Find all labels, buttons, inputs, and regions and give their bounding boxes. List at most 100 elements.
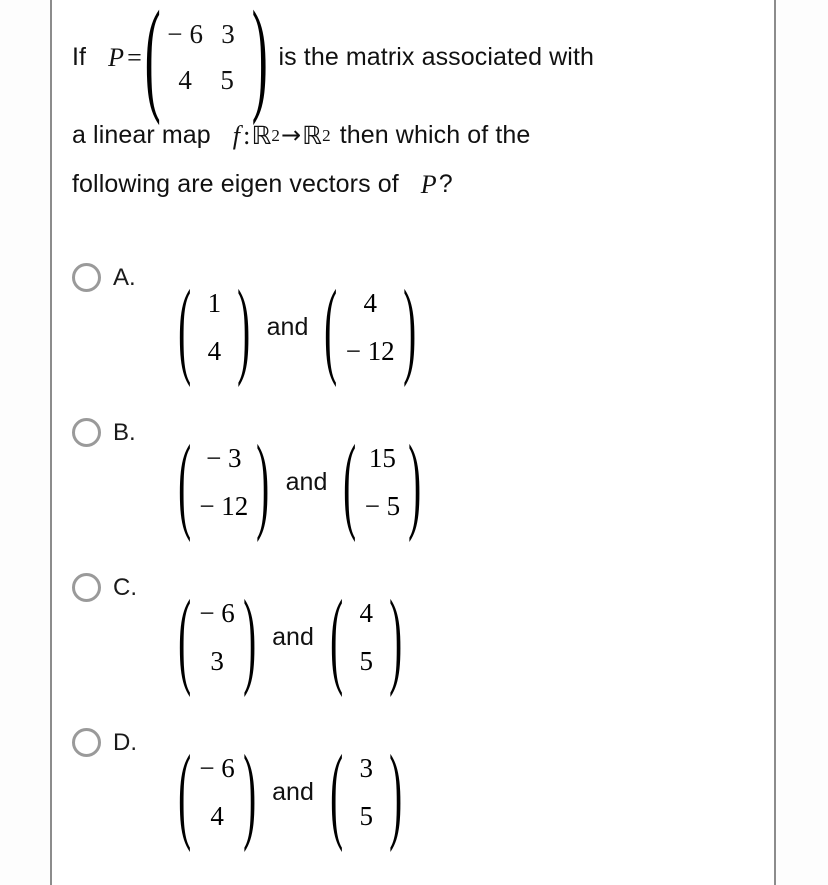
option-b-vector-2: ( 15 − 5 ) (341, 422, 423, 542)
vector-components: − 6 3 (199, 589, 234, 685)
stem-line-1: If P = ( − 6 3 4 5) is the matrix assoc… (72, 0, 762, 121)
vector-component: 3 (210, 646, 224, 676)
option-a-head[interactable]: A. (72, 263, 136, 292)
right-arrow-icon: → (280, 121, 302, 149)
map-colon: : (243, 121, 251, 150)
vector-component: 5 (359, 801, 373, 831)
matrix-cell: 3 (221, 19, 235, 49)
matrix-cell: 5 (220, 65, 234, 95)
matrix-row: 4 5 (167, 58, 245, 104)
vector-component: 4 (207, 336, 222, 366)
vector-right-paren: ) (242, 577, 256, 697)
vector-components: 3 5 (351, 744, 381, 840)
option-d-body: ( − 6 4 ) and ( 3 5) (176, 718, 405, 866)
vector-component: 4 (363, 288, 377, 318)
vector-components: − 3 − 12 (199, 434, 248, 530)
vector-left-paren: ( (324, 267, 338, 387)
vector-right-paren: ) (402, 267, 416, 387)
option-b-conjunction: and (285, 467, 328, 496)
option-b-vector-1: ( − 3 − 12 ) (176, 422, 272, 542)
vector-right-paren: ) (256, 422, 270, 542)
stem-prefix: If (72, 43, 87, 71)
vector-component: 5 (359, 646, 373, 676)
matrix-p: ( − 6 3 4 5 ) (143, 0, 270, 121)
option-c-letter: C. (113, 573, 137, 601)
matrix-cell: 4 (178, 65, 192, 95)
stem-line2-after: then which of the (339, 121, 531, 149)
matrix-cell: − 6 (167, 19, 204, 49)
option-b-head[interactable]: B. (72, 418, 136, 447)
matrix-row: − 6 3 (167, 12, 245, 58)
option-c-conjunction: and (272, 622, 314, 651)
option-d-head[interactable]: D. (72, 728, 137, 757)
option-a-vector-1: ( 1 4 ) (176, 267, 253, 387)
vector-right-paren: ) (408, 422, 422, 542)
stem-after-matrix: is the matrix associated with (278, 43, 594, 71)
vector-component: 3 (359, 753, 373, 783)
content-column: If P = ( − 6 3 4 5) is the matrix assoc… (72, 0, 762, 873)
stem-line2-before: a linear map (72, 121, 211, 149)
matrix-rows: − 6 3 4 5 (167, 12, 245, 104)
vector-component: 4 (359, 598, 373, 628)
option-b-body: ( − 3 − 12 ) and ( 15 − 5) (176, 408, 424, 556)
vector-component: − 12 (199, 491, 249, 521)
right-margin-rule (774, 0, 776, 885)
option-a-conjunction: and (266, 312, 309, 341)
map-function-f: f (232, 121, 241, 150)
option-c-head[interactable]: C. (72, 573, 137, 602)
vector-component: 1 (207, 288, 222, 318)
vector-left-paren: ( (330, 577, 344, 697)
vector-left-paren: ( (330, 732, 344, 852)
option-a[interactable]: A. ( 1 4 ) and (4 − 12) (72, 253, 762, 408)
vector-left-paren: ( (178, 422, 192, 542)
vector-component: − 3 (206, 443, 242, 473)
vector-right-paren: ) (389, 732, 403, 852)
option-c-vector-1: ( − 6 3 ) (176, 577, 258, 697)
stem-line-2: a linear map f : ℝ2 → ℝ2 then which of t… (72, 111, 762, 160)
option-b-letter: B. (113, 418, 136, 446)
vector-component: − 5 (364, 491, 401, 521)
option-a-vector-2: ( 4 − 12 ) (322, 267, 418, 387)
option-c[interactable]: C. ( − 6 3 ) and (4 5) (72, 563, 762, 718)
option-a-body: ( 1 4 ) and ( 4 − 12) (176, 253, 418, 401)
vector-left-paren: ( (178, 577, 192, 697)
vector-component: 4 (210, 801, 224, 831)
real-numbers-codomain-icon: ℝ (302, 121, 323, 150)
question-stem: If P = ( − 6 3 4 5) is the matrix assoc… (72, 0, 762, 209)
option-a-letter: A. (113, 263, 136, 291)
option-b[interactable]: B. ( − 3 − 12 ) and (15 − 5) (72, 408, 762, 563)
vector-component: − 6 (199, 598, 235, 628)
question-sheet: If P = ( − 6 3 4 5) is the matrix assoc… (52, 0, 774, 885)
stem-line3-before: following are eigen vectors of (72, 170, 399, 198)
answer-options: A. ( 1 4 ) and (4 − 12) B. (− 3 − 12 … (72, 253, 762, 873)
option-d-letter: D. (113, 728, 137, 756)
radio-button-c[interactable] (72, 573, 101, 602)
page-background: If P = ( − 6 3 4 5) is the matrix assoc… (0, 0, 828, 885)
vector-right-paren: ) (242, 732, 256, 852)
option-d-vector-2: ( 3 5 ) (328, 732, 405, 852)
vector-left-paren: ( (178, 732, 192, 852)
option-d-conjunction: and (272, 777, 314, 806)
equals-sign: = (127, 43, 142, 72)
radio-button-a[interactable] (72, 263, 101, 292)
vector-components: 1 4 (199, 279, 229, 375)
vector-components: 4 5 (351, 589, 381, 685)
matrix-label-p: P (108, 43, 125, 72)
stem-line-3: following are eigen vectors of P ? (72, 160, 762, 209)
question-mark: ? (438, 170, 453, 198)
vector-components: 15 − 5 (365, 434, 400, 530)
vector-left-paren: ( (343, 422, 357, 542)
vector-components: − 6 4 (199, 744, 234, 840)
vector-right-paren: ) (237, 267, 251, 387)
stem-line3-matrix-var: P (420, 170, 437, 199)
radio-button-d[interactable] (72, 728, 101, 757)
option-d-vector-1: ( − 6 4 ) (176, 732, 258, 852)
option-c-body: ( − 6 3 ) and ( 4 5) (176, 563, 405, 711)
option-c-vector-2: ( 4 5 ) (328, 577, 405, 697)
vector-left-paren: ( (178, 267, 192, 387)
radio-button-b[interactable] (72, 418, 101, 447)
matrix-left-paren: ( (144, 0, 161, 128)
option-d[interactable]: D. ( − 6 4 ) and (3 5) (72, 718, 762, 873)
matrix-right-paren: ) (251, 0, 268, 128)
vector-right-paren: ) (389, 577, 403, 697)
